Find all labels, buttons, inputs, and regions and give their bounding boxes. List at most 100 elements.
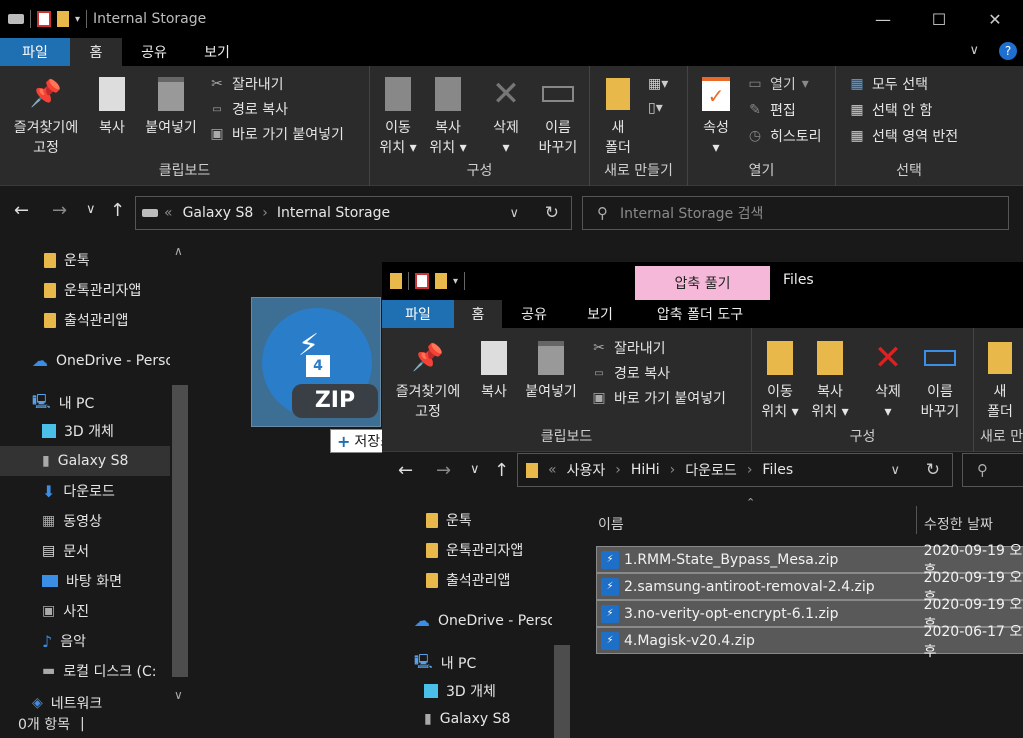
- cut-button[interactable]: ✂ 잘라내기: [590, 338, 665, 358]
- column-header-name[interactable]: 이름: [598, 514, 624, 534]
- nav-item-this-pc[interactable]: 🖳 내 PC: [32, 391, 94, 415]
- nav-item-music[interactable]: ♪ 음악: [42, 631, 86, 651]
- properties-button[interactable]: ✓ 속성 ▾: [694, 74, 738, 158]
- pin-to-quick-access-button[interactable]: 📌 즐겨찾기에 고정: [388, 338, 468, 422]
- rename-button[interactable]: 이름 바꾸기: [912, 338, 968, 422]
- nav-item-quick-folder[interactable]: 운톡: [44, 250, 90, 270]
- forward-arrow-icon[interactable]: →: [436, 460, 451, 481]
- tab-home[interactable]: 홈: [70, 38, 122, 66]
- new-folder-button[interactable]: 새 폴더: [978, 338, 1022, 422]
- nav-item-3d-objects[interactable]: 3D 개체: [424, 681, 496, 701]
- tab-view[interactable]: 보기: [186, 38, 248, 66]
- nav-item-network[interactable]: ◈ 네트워크: [32, 696, 102, 710]
- easy-access-icon[interactable]: ▯▾: [648, 100, 663, 116]
- address-bar[interactable]: « 사용자 › HiHi › 다운로드 › Files ∨ ↻: [517, 453, 953, 487]
- copy-to-button[interactable]: 복사 위치 ▾: [808, 338, 852, 422]
- nav-scrollbar[interactable]: ∧ ∨: [170, 240, 190, 710]
- paste-shortcut-button[interactable]: ▣ 바로 가기 붙여넣기: [208, 124, 344, 144]
- select-all-button[interactable]: ▦ 모두 선택: [848, 74, 928, 94]
- open-button[interactable]: ▭ 열기 ▾: [746, 74, 808, 94]
- tab-file[interactable]: 파일: [0, 38, 70, 66]
- copy-button[interactable]: 복사: [474, 338, 514, 402]
- nav-item-onedrive[interactable]: ☁ OneDrive - Perso: [414, 611, 556, 630]
- copy-path-button[interactable]: ▭ 경로 복사: [208, 99, 288, 119]
- recent-locations-chevron-icon[interactable]: ∨: [86, 202, 96, 217]
- up-arrow-icon[interactable]: ↑: [110, 200, 125, 221]
- copy-path-button[interactable]: ▭ 경로 복사: [590, 363, 670, 383]
- cut-button[interactable]: ✂ 잘라내기: [208, 74, 283, 94]
- search-box[interactable]: ⚲ Internal Storage 검색: [582, 196, 1009, 230]
- tab-share[interactable]: 공유: [502, 300, 566, 328]
- invert-selection-button[interactable]: ▦ 선택 영역 반전: [848, 126, 958, 146]
- back-arrow-icon[interactable]: ←: [14, 200, 29, 221]
- column-header-date[interactable]: 수정한 날짜: [924, 514, 993, 534]
- tab-share[interactable]: 공유: [122, 38, 186, 66]
- nav-item-desktop[interactable]: 바탕 화면: [42, 571, 122, 591]
- up-arrow-icon[interactable]: ↑: [494, 460, 509, 481]
- breadcrumb-item[interactable]: 사용자: [567, 460, 606, 480]
- scroll-up-icon[interactable]: ∧: [174, 244, 183, 258]
- refresh-icon[interactable]: ↻: [926, 460, 940, 480]
- nav-item-pictures[interactable]: ▣ 사진: [42, 601, 89, 621]
- paste-button[interactable]: 붙여넣기: [138, 74, 204, 138]
- refresh-icon[interactable]: ↻: [545, 203, 559, 223]
- breadcrumb-item[interactable]: Files: [762, 462, 793, 478]
- scroll-thumb[interactable]: [554, 645, 570, 738]
- paste-shortcut-button[interactable]: ▣ 바로 가기 붙여넣기: [590, 388, 726, 408]
- copy-button[interactable]: 복사: [92, 74, 132, 138]
- edit-button[interactable]: ✎ 편집: [746, 100, 796, 120]
- scroll-down-icon[interactable]: ∨: [174, 688, 183, 702]
- new-folder-quick-icon[interactable]: [57, 11, 69, 27]
- nav-item-quick-folder[interactable]: 출석관리앱: [426, 570, 510, 590]
- nav-item-quick-folder[interactable]: 운톡관리자앱: [426, 540, 523, 560]
- maximize-button[interactable]: ☐: [911, 0, 967, 38]
- nav-scrollbar[interactable]: [552, 500, 572, 738]
- move-to-button[interactable]: 이동 위치 ▾: [758, 338, 802, 422]
- tab-view[interactable]: 보기: [566, 300, 634, 328]
- chevron-down-icon[interactable]: ∨: [509, 206, 519, 221]
- nav-item-quick-folder[interactable]: 운톡관리자앱: [44, 280, 141, 300]
- history-button[interactable]: ◷ 히스토리: [746, 126, 822, 146]
- back-arrow-icon[interactable]: ←: [398, 460, 413, 481]
- properties-quick-icon[interactable]: [37, 11, 51, 27]
- copy-to-button[interactable]: 복사 위치 ▾: [426, 74, 470, 158]
- nav-item-galaxy-s8[interactable]: ▮ Galaxy S8: [0, 446, 170, 476]
- scroll-thumb[interactable]: [172, 385, 188, 677]
- chevron-down-icon[interactable]: ▾: [75, 14, 80, 25]
- chevron-down-icon[interactable]: ∨: [890, 463, 900, 478]
- forward-arrow-icon[interactable]: →: [52, 200, 67, 221]
- rename-button[interactable]: 이름 바꾸기: [530, 74, 586, 158]
- close-button[interactable]: ✕: [967, 0, 1023, 38]
- file-row[interactable]: ⚡ 4.Magisk-v20.4.zip 2020-06-17 오후: [596, 624, 1023, 660]
- nav-item-quick-folder[interactable]: 출석관리앱: [44, 310, 128, 330]
- chevron-down-icon[interactable]: ∨: [969, 43, 979, 58]
- nav-item-quick-folder[interactable]: 운톡: [426, 510, 472, 530]
- nav-item-this-pc[interactable]: 🖳 내 PC: [414, 651, 476, 675]
- tab-file[interactable]: 파일: [382, 300, 454, 328]
- paste-button[interactable]: 붙여넣기: [518, 338, 584, 402]
- breadcrumb-item[interactable]: HiHi: [631, 462, 660, 478]
- address-bar[interactable]: « Galaxy S8 › Internal Storage ∨ ↻: [135, 196, 572, 230]
- nav-item-documents[interactable]: ▤ 문서: [42, 541, 89, 561]
- nav-item-local-disk[interactable]: ▬ 로컬 디스크 (C:: [42, 661, 157, 681]
- recent-locations-chevron-icon[interactable]: ∨: [470, 462, 480, 477]
- nav-item-3d-objects[interactable]: 3D 개체: [42, 421, 114, 441]
- chevron-down-icon[interactable]: ▾: [453, 276, 458, 287]
- context-tab-header[interactable]: 압축 풀기: [635, 266, 770, 300]
- properties-quick-icon[interactable]: [415, 273, 429, 289]
- new-folder-button[interactable]: 새 폴더: [596, 74, 640, 158]
- tab-home[interactable]: 홈: [454, 300, 502, 328]
- help-icon[interactable]: ?: [999, 42, 1017, 60]
- breadcrumb-item[interactable]: 다운로드: [685, 460, 737, 480]
- delete-button[interactable]: ✕ 삭제 ▾: [866, 338, 910, 422]
- nav-item-videos[interactable]: ▦ 동영상: [42, 511, 102, 531]
- delete-button[interactable]: ✕ 삭제 ▾: [484, 74, 528, 158]
- pin-to-quick-access-button[interactable]: 📌 즐겨찾기에 고정: [6, 74, 86, 158]
- new-item-icon[interactable]: ▦▾: [648, 76, 668, 92]
- breadcrumb-item[interactable]: Internal Storage: [277, 205, 390, 221]
- nav-item-onedrive[interactable]: ☁ OneDrive - Perso: [32, 351, 174, 370]
- nav-item-downloads[interactable]: ⬇ 다운로드: [42, 481, 115, 501]
- search-box[interactable]: ⚲: [962, 453, 1023, 487]
- minimize-button[interactable]: —: [855, 0, 911, 38]
- new-folder-quick-icon[interactable]: [435, 273, 447, 289]
